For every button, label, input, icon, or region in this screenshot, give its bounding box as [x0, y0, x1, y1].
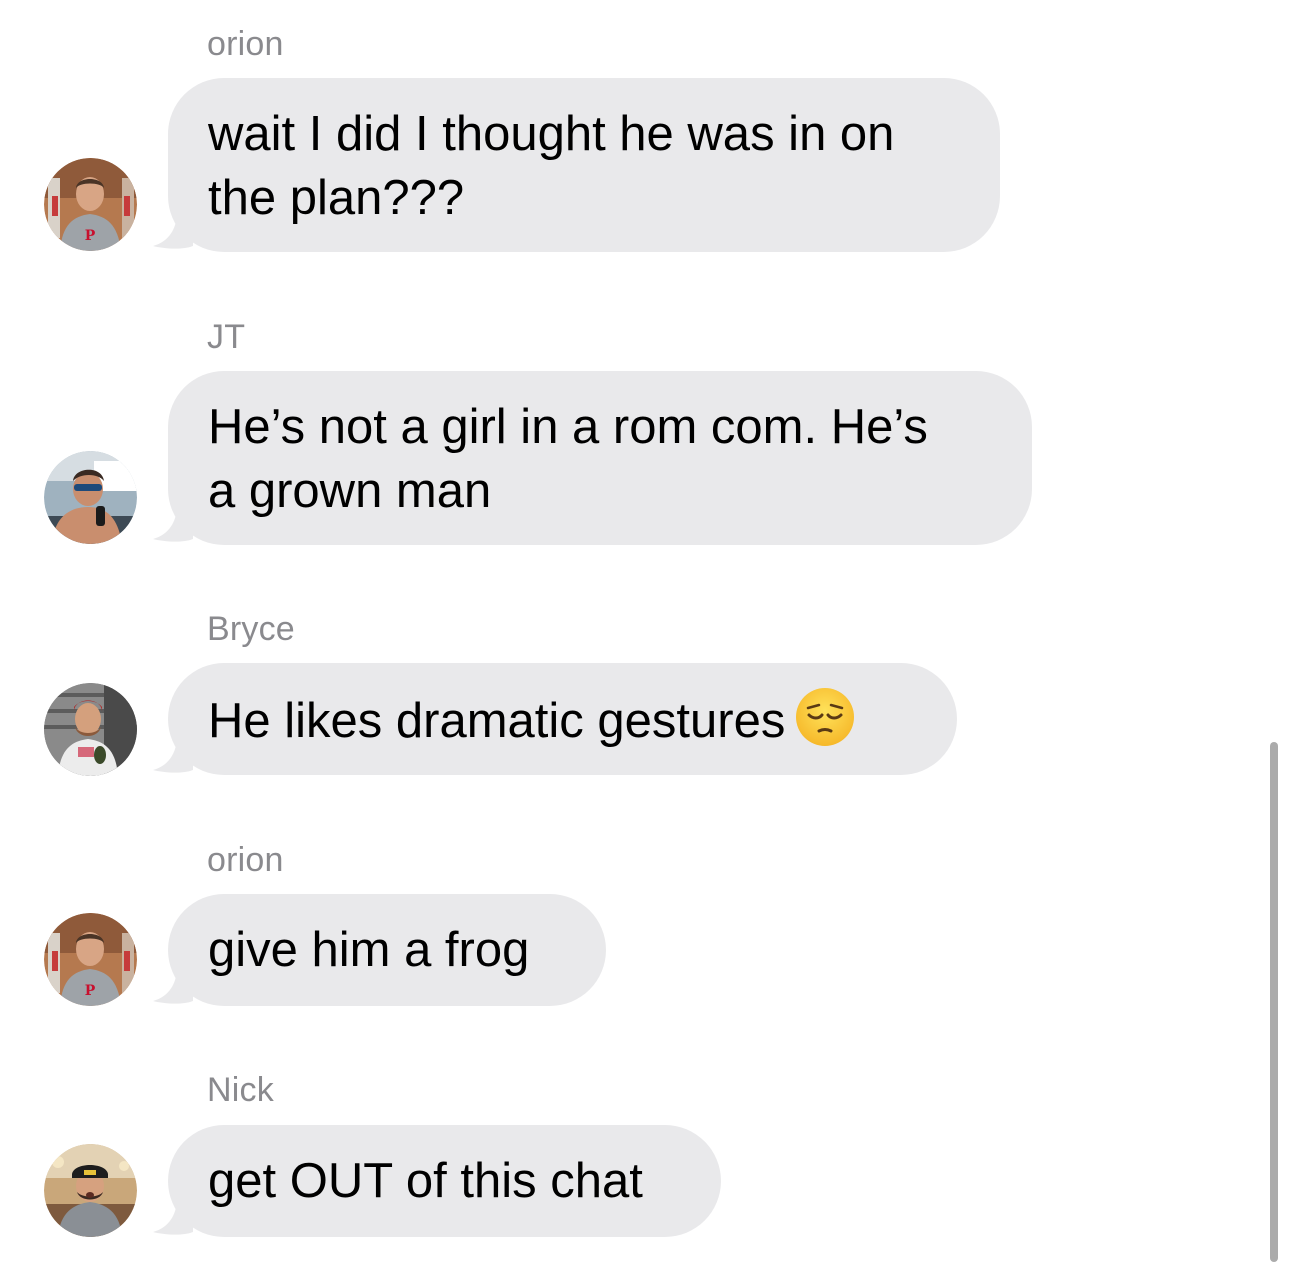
sender-name: JT — [207, 318, 246, 356]
bryce-avatar[interactable] — [44, 683, 137, 776]
scrollbar[interactable] — [1270, 742, 1278, 1262]
svg-text:P: P — [85, 228, 96, 244]
sender-name: Bryce — [207, 610, 295, 648]
bubble-tail — [153, 509, 193, 542]
sender-name: orion — [207, 841, 284, 879]
message-text: He likes dramatic gestures — [208, 694, 786, 748]
bubble-tail — [153, 216, 193, 249]
bubble-tail — [153, 740, 193, 773]
sender-name: Nick — [207, 1071, 274, 1109]
message-text: give him a frog — [208, 923, 530, 977]
jt-avatar[interactable] — [44, 451, 137, 544]
orion-avatar[interactable]: P — [44, 913, 137, 1006]
svg-text:P: P — [85, 983, 96, 999]
message-text: wait I did I thought he was in on the pl… — [208, 107, 895, 225]
message-text: He’s not a girl in a rom com. He’s a gro… — [208, 400, 928, 518]
message-bubble[interactable]: get OUT of this chat — [168, 1125, 721, 1237]
sender-name: orion — [207, 25, 284, 63]
pensive-face-icon — [796, 688, 855, 746]
nick-avatar[interactable] — [44, 1144, 137, 1237]
message-bubble[interactable]: give him a frog — [168, 894, 606, 1006]
bubble-tail — [153, 971, 193, 1004]
message-bubble[interactable]: wait I did I thought he was in on the pl… — [168, 78, 1000, 252]
message-bubble[interactable]: He’s not a girl in a rom com. He’s a gro… — [168, 371, 1032, 545]
message-bubble[interactable]: He likes dramatic gestures — [168, 663, 957, 775]
orion-avatar[interactable]: P — [44, 158, 137, 251]
bubble-tail — [153, 1202, 193, 1235]
message-text: get OUT of this chat — [208, 1154, 643, 1208]
